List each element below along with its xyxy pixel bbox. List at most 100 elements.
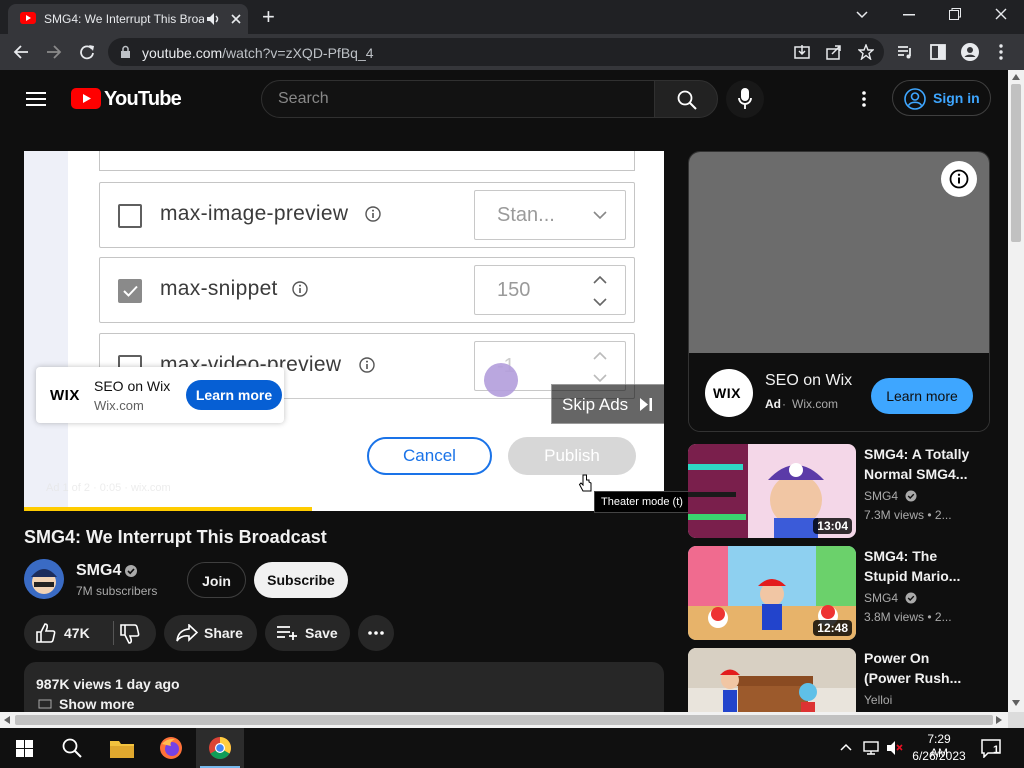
lock-icon[interactable]	[120, 45, 131, 59]
search-icon	[677, 90, 697, 110]
show-more-link[interactable]: Show more	[59, 696, 134, 712]
restore-icon[interactable]	[949, 8, 961, 20]
horizontal-scroll-thumb[interactable]	[15, 715, 993, 725]
recommended-video[interactable]: 12:48 SMG4: The Stupid Mario... SMG4 3.8M…	[688, 546, 990, 640]
youtube-logo-icon[interactable]	[71, 88, 101, 109]
ad-progress-fill	[24, 507, 312, 511]
recommended-video[interactable]: Power On (Power Rush... Yelloi	[688, 648, 990, 712]
search-input[interactable]: Search	[261, 80, 655, 118]
windows-start-icon[interactable]	[16, 740, 33, 757]
share-arrow-icon	[176, 624, 198, 642]
wix-avatar-logo: WIX	[713, 385, 741, 401]
channel-name-text: SMG4	[864, 489, 899, 503]
audio-playing-icon[interactable]	[206, 12, 220, 26]
search-button[interactable]	[654, 80, 718, 118]
video-thumbnail[interactable]: 12:48	[688, 546, 856, 640]
video-title[interactable]: SMG4: A Totally Normal SMG4...	[864, 444, 984, 484]
taskbar-search-icon[interactable]	[62, 738, 82, 758]
reload-icon[interactable]	[79, 44, 95, 60]
save-button[interactable]: Save	[265, 615, 350, 651]
join-button[interactable]: Join	[187, 562, 246, 598]
youtube-logo-text[interactable]: YouTube	[104, 88, 182, 111]
thumbs-up-icon[interactable]	[36, 623, 56, 643]
more-horizontal-icon	[368, 631, 384, 635]
like-count[interactable]: 47K	[64, 625, 90, 641]
show-hidden-icons-icon[interactable]	[840, 743, 852, 751]
back-arrow-icon[interactable]	[13, 44, 29, 60]
scroll-left-icon[interactable]	[4, 716, 10, 724]
title-line: SMG4: The	[864, 548, 938, 564]
settings-kebab-icon[interactable]	[862, 91, 866, 107]
channel-name[interactable]: Yelloi	[864, 693, 892, 707]
ad-title: SEO on Wix	[94, 378, 171, 394]
channel-avatar-icon	[24, 559, 64, 599]
profile-icon[interactable]	[961, 43, 979, 61]
volume-muted-icon[interactable]	[886, 740, 904, 756]
taskbar-chrome-active[interactable]	[196, 728, 244, 768]
guide-menu-icon[interactable]	[26, 91, 46, 107]
tab-search-chevron-icon[interactable]	[856, 11, 868, 19]
browser-tab[interactable]: SMG4: We Interrupt This Broadcast	[8, 4, 248, 34]
sidebar-ad[interactable]: WIX SEO on Wix Ad · Wix.com Learn more	[688, 151, 990, 432]
video-thumbnail[interactable]	[688, 648, 856, 712]
vertical-scrollbar[interactable]	[1008, 70, 1024, 712]
chapters-icon	[38, 699, 52, 709]
video-thumbnail[interactable]: 13:04	[688, 444, 856, 538]
thumbs-down-icon[interactable]	[120, 624, 140, 644]
share-button[interactable]: Share	[164, 615, 257, 651]
action-center-button[interactable]: 1	[980, 738, 1006, 760]
divider	[284, 398, 559, 399]
account-icon	[904, 88, 926, 110]
cursor-highlight	[484, 363, 518, 397]
media-control-icon[interactable]	[897, 44, 913, 60]
vertical-scroll-thumb[interactable]	[1011, 84, 1021, 242]
sign-in-button[interactable]: Sign in	[892, 80, 991, 116]
save-label: Save	[305, 625, 338, 641]
taskbar-date[interactable]: 6/26/2023	[910, 749, 968, 763]
forward-arrow-icon[interactable]	[46, 44, 62, 60]
install-app-icon[interactable]	[794, 44, 810, 60]
address-bar[interactable]: youtube.com/watch?v=zXQD-PfBq_4	[108, 38, 884, 66]
minimize-icon[interactable]	[903, 14, 915, 16]
video-duration: 12:48	[813, 620, 852, 636]
ad-overlay-card[interactable]: WIX SEO on Wix Wix.com Learn more	[36, 367, 284, 423]
skip-ads-label: Skip Ads	[562, 395, 629, 414]
file-explorer-icon[interactable]	[110, 738, 134, 758]
subscribe-button[interactable]: Subscribe	[254, 562, 348, 598]
sidebar-ad-media	[689, 152, 989, 353]
close-tab-icon[interactable]	[230, 13, 242, 25]
channel-avatar[interactable]	[24, 559, 64, 599]
new-tab-button[interactable]: +	[262, 4, 275, 30]
voice-search-button[interactable]	[726, 80, 764, 118]
bookmark-star-icon[interactable]	[858, 44, 874, 60]
horizontal-scrollbar[interactable]	[0, 712, 1008, 728]
scroll-up-icon[interactable]	[1012, 74, 1020, 80]
video-meta: 3.8M views • 2...	[864, 610, 952, 624]
video-title[interactable]: SMG4: The Stupid Mario...	[864, 546, 984, 586]
channel-name[interactable]: SMG4	[864, 489, 917, 503]
video-player[interactable]: max-image-preview Stan... max-snippet 15…	[24, 151, 664, 511]
ad-info-button[interactable]	[941, 161, 977, 197]
close-window-icon[interactable]	[995, 8, 1007, 20]
firefox-icon[interactable]	[159, 736, 183, 760]
ad-domain: Wix.com	[94, 398, 144, 413]
info-icon	[365, 206, 381, 222]
ad-learn-more-button[interactable]: Learn more	[186, 380, 282, 410]
side-panel-icon[interactable]	[930, 44, 946, 60]
description-box[interactable]: 987K views 1 day ago Show more	[24, 662, 664, 712]
scroll-down-icon[interactable]	[1012, 700, 1020, 706]
more-actions-button[interactable]	[358, 615, 394, 651]
channel-name[interactable]: SMG4	[864, 591, 917, 605]
network-icon[interactable]	[863, 740, 881, 756]
ad-progress-bar[interactable]	[24, 507, 664, 511]
video-title[interactable]: Power On (Power Rush...	[864, 648, 984, 688]
skip-ads-button[interactable]: Skip Ads	[551, 384, 664, 424]
channel-name[interactable]: SMG4	[76, 562, 121, 580]
recommended-video[interactable]: 13:04 SMG4: A Totally Normal SMG4... SMG4…	[688, 444, 990, 538]
chrome-menu-icon[interactable]	[999, 44, 1003, 60]
scroll-right-icon[interactable]	[996, 716, 1002, 724]
title-line: Power On	[864, 650, 930, 666]
ad-video-left-panel	[24, 151, 68, 511]
share-page-icon[interactable]	[826, 44, 842, 60]
sidebar-ad-learn-more-button[interactable]: Learn more	[871, 378, 973, 414]
